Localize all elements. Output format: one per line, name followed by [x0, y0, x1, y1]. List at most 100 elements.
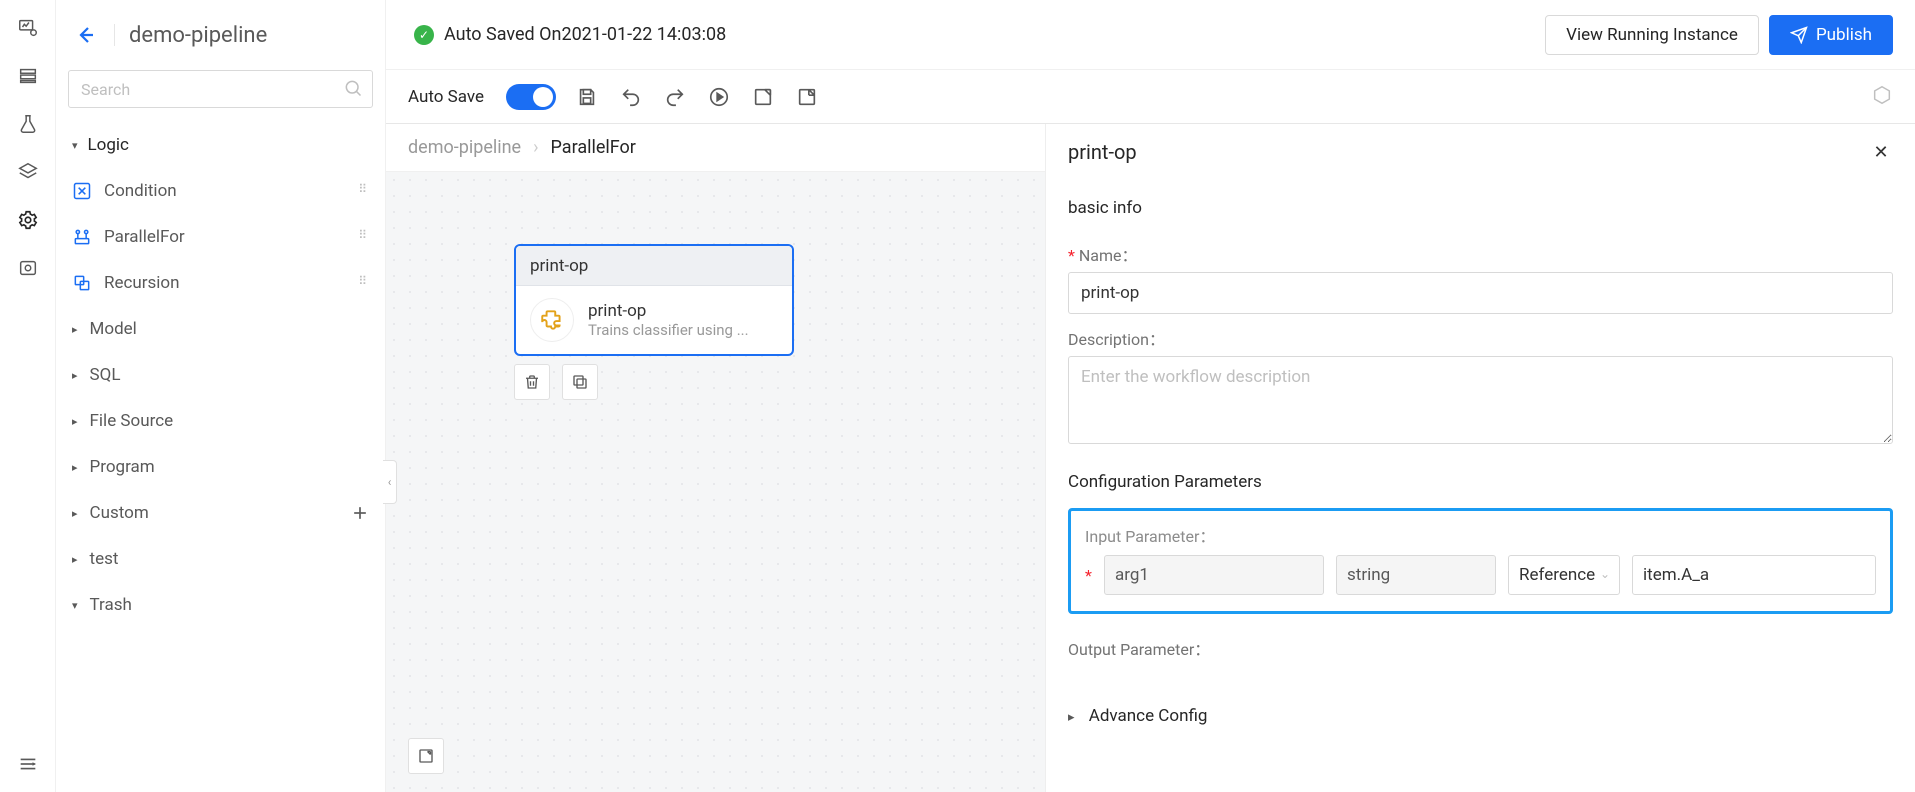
- tree-item-parallelfor[interactable]: ParallelFor ⠿: [56, 214, 385, 260]
- breadcrumb-current: ParallelFor: [551, 137, 636, 158]
- tree-item-label: Condition: [104, 181, 177, 201]
- rail-settings-icon[interactable]: [16, 208, 40, 232]
- node-head: print-op: [516, 246, 792, 286]
- sidebar: demo-pipeline ▾ Logic Condition ⠿ Parall…: [56, 0, 386, 792]
- input-parameter-box: Input Parameter： * ⌄: [1068, 508, 1893, 614]
- undo-icon[interactable]: [618, 84, 644, 110]
- node-title: print-op: [588, 301, 778, 321]
- view-running-instance-button[interactable]: View Running Instance: [1545, 15, 1759, 55]
- duplicate-node-button[interactable]: [562, 364, 598, 400]
- name-input[interactable]: [1068, 272, 1893, 314]
- autosave-status: ✓ Auto Saved On2021-01-22 14:03:08: [414, 24, 726, 45]
- canvas[interactable]: print-op print-op Trains classifier usin…: [386, 172, 1045, 792]
- tree-group-trash[interactable]: ▾ Trash: [56, 582, 385, 628]
- tree-item-label: ParallelFor: [104, 227, 185, 247]
- rail-collapse-icon[interactable]: [16, 752, 40, 776]
- branch-icon: [72, 181, 92, 201]
- breadcrumb-root[interactable]: demo-pipeline: [408, 137, 521, 158]
- drag-handle-icon[interactable]: ⠿: [358, 274, 369, 288]
- search-icon: [343, 78, 363, 98]
- name-label: Name：: [1068, 242, 1893, 266]
- run-icon[interactable]: [706, 84, 732, 110]
- description-label: Description：: [1068, 326, 1893, 350]
- canvas-area: demo-pipeline › ParallelFor print-op pri…: [386, 124, 1045, 792]
- tree-item-condition[interactable]: Condition ⠿: [56, 168, 385, 214]
- main: ✓ Auto Saved On2021-01-22 14:03:08 View …: [386, 0, 1915, 792]
- rail-archive-icon[interactable]: [16, 256, 40, 280]
- fit-view-button[interactable]: [408, 738, 444, 774]
- autosave-status-text: Auto Saved On2021-01-22 14:03:08: [444, 24, 726, 45]
- caret-right-icon: ▸: [72, 415, 78, 428]
- divider: [114, 24, 115, 46]
- rail-layers-icon[interactable]: [16, 160, 40, 184]
- caret-down-icon: ▾: [72, 139, 78, 152]
- publish-button[interactable]: Publish: [1769, 15, 1893, 55]
- tree-group-label: Logic: [88, 135, 129, 155]
- config-title: Configuration Parameters: [1068, 472, 1893, 492]
- check-circle-icon: ✓: [414, 25, 434, 45]
- tree-group-label: File Source: [90, 411, 174, 431]
- node-print-op[interactable]: print-op print-op Trains classifier usin…: [514, 244, 794, 356]
- recursion-icon: [72, 273, 92, 293]
- tree-group-test[interactable]: ▸ test: [56, 536, 385, 582]
- add-custom-button[interactable]: [349, 502, 371, 524]
- advance-config-toggle[interactable]: Advance Config: [1068, 706, 1893, 726]
- advance-config-label: Advance Config: [1089, 706, 1208, 726]
- caret-right-icon: ▸: [72, 553, 78, 566]
- tree-group-sql[interactable]: ▸ SQL: [56, 352, 385, 398]
- rail-data-icon[interactable]: [16, 64, 40, 88]
- delete-node-button[interactable]: [514, 364, 550, 400]
- tree-group-filesource[interactable]: ▸ File Source: [56, 398, 385, 444]
- tree-group-custom[interactable]: ▸ Custom: [56, 490, 385, 536]
- component-tree: ▾ Logic Condition ⠿ ParallelFor ⠿ Recurs…: [56, 122, 385, 792]
- export-icon[interactable]: [750, 84, 776, 110]
- output-param-label: Output Parameter：: [1068, 636, 1893, 660]
- tree-group-program[interactable]: ▸ Program: [56, 444, 385, 490]
- caret-right-icon: ▸: [72, 507, 78, 520]
- tree-group-model[interactable]: ▸ Model: [56, 306, 385, 352]
- search-input[interactable]: [68, 70, 373, 108]
- hex-icon[interactable]: [1871, 84, 1893, 106]
- caret-down-icon: ▾: [72, 599, 78, 612]
- tree-group-label: Trash: [90, 595, 132, 615]
- param-type-input: [1336, 555, 1496, 595]
- drag-handle-icon[interactable]: ⠿: [358, 228, 369, 242]
- rail-dashboard-icon[interactable]: [16, 16, 40, 40]
- sidebar-collapse-handle[interactable]: ‹: [383, 460, 397, 504]
- description-textarea[interactable]: [1068, 356, 1893, 444]
- caret-right-icon: ▸: [72, 369, 78, 382]
- chevron-down-icon: ⌄: [1600, 567, 1610, 581]
- node-subtitle: Trains classifier using ...: [588, 321, 778, 339]
- caret-right-icon: ▸: [72, 323, 78, 336]
- basic-info-title: basic info: [1068, 198, 1893, 218]
- breadcrumb: demo-pipeline › ParallelFor: [386, 124, 1045, 172]
- drag-handle-icon[interactable]: ⠿: [358, 182, 369, 196]
- autosave-toggle[interactable]: [506, 84, 556, 110]
- breadcrumb-sep: ›: [533, 137, 538, 158]
- import-icon[interactable]: [794, 84, 820, 110]
- button-label: View Running Instance: [1566, 25, 1738, 45]
- puzzle-icon: [530, 298, 574, 342]
- redo-icon[interactable]: [662, 84, 688, 110]
- parallel-icon: [72, 227, 92, 247]
- close-icon[interactable]: ✕: [1869, 140, 1893, 164]
- toolbar: Auto Save: [386, 70, 1915, 124]
- tree-group-label: Program: [90, 457, 155, 477]
- tree-group-label: test: [90, 549, 119, 569]
- tree-group-label: Custom: [90, 503, 149, 523]
- tree-item-recursion[interactable]: Recursion ⠿: [56, 260, 385, 306]
- param-name-input: [1104, 555, 1324, 595]
- input-param-label: Input Parameter：: [1085, 523, 1876, 547]
- topbar: ✓ Auto Saved On2021-01-22 14:03:08 View …: [386, 0, 1915, 70]
- tree-item-label: Recursion: [104, 273, 180, 293]
- panel-title: print-op: [1068, 140, 1869, 164]
- tree-group-label: SQL: [90, 365, 121, 385]
- save-icon[interactable]: [574, 84, 600, 110]
- button-label: Publish: [1816, 25, 1872, 45]
- back-button[interactable]: [72, 21, 100, 49]
- tree-group-logic[interactable]: ▾ Logic: [56, 122, 385, 168]
- properties-panel: print-op ✕ basic info Name： Description：…: [1045, 124, 1915, 792]
- param-value-input[interactable]: [1632, 555, 1876, 595]
- rail-flask-icon[interactable]: [16, 112, 40, 136]
- tree-group-label: Model: [90, 319, 137, 339]
